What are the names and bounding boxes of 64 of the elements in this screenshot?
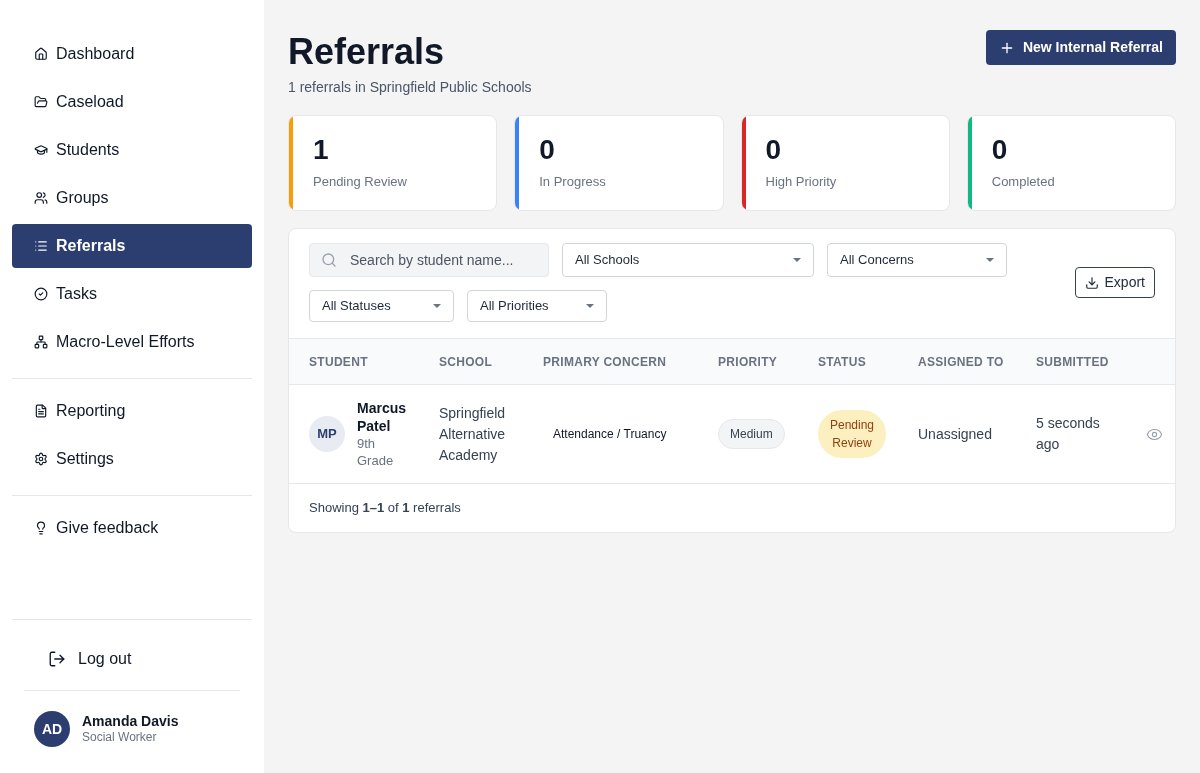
stat-label: High Priority	[765, 173, 837, 191]
nav-item[interactable]: Give feedback	[12, 506, 252, 550]
nav-item[interactable]: Tasks	[12, 272, 252, 316]
stat-label: Pending Review	[313, 173, 407, 191]
filter-dropdown[interactable]: All Concerns	[827, 243, 1007, 277]
column-header: ASSIGNED TO	[918, 353, 1005, 371]
page-title: Referrals	[288, 30, 446, 74]
caret-icon	[986, 258, 994, 262]
people-icon	[34, 191, 48, 205]
download-icon	[1084, 275, 1099, 290]
table-cell-text: Attendance / Truancy	[552, 426, 668, 443]
status-badge: Pending Review	[818, 410, 886, 458]
settings-icon	[34, 452, 48, 466]
nav-item[interactable]: Settings	[12, 437, 252, 481]
table-cell-text: Unassigned	[918, 424, 993, 444]
student-name: Marcus Patel	[357, 399, 408, 435]
priority-badge: Medium	[718, 419, 785, 449]
table-cell-text: 5 seconds ago	[1036, 414, 1101, 454]
nav-item[interactable]: Caseload	[12, 80, 252, 124]
column-header: STUDENT	[309, 353, 369, 371]
user-name: Amanda Davis	[82, 712, 179, 731]
page-subtitle: 1 referrals in Springfield Public Schools	[288, 78, 532, 97]
nav-item[interactable]: Groups	[12, 176, 252, 220]
filter-dropdown[interactable]: All Priorities	[467, 290, 607, 322]
caret-icon	[433, 304, 441, 308]
list-icon	[34, 239, 48, 253]
caret-icon	[586, 304, 594, 308]
pagination-summary: Showing 1–1 of 1 referrals	[309, 499, 461, 518]
user-role: Social Worker	[82, 730, 158, 746]
logout-button[interactable]: Log out	[12, 640, 132, 678]
hierarchy-icon	[34, 335, 48, 349]
filter-dropdown[interactable]: All Statuses	[309, 290, 454, 322]
search-field[interactable]: Search by student name...	[309, 243, 549, 277]
column-header: SUBMITTED	[1036, 353, 1110, 371]
student-avatar: MP	[309, 416, 345, 452]
stat-value: 1	[313, 133, 330, 167]
nav-item[interactable]: Referrals	[12, 224, 252, 268]
student-grade: 9th Grade	[357, 435, 395, 469]
stat-label: Completed	[991, 173, 1055, 191]
stat-label: In Progress	[539, 173, 606, 191]
column-header: PRIMARY CONCERN	[543, 353, 668, 371]
graduation-cap-icon	[34, 143, 48, 157]
stat-value: 0	[765, 133, 783, 167]
column-header: STATUS	[818, 353, 868, 371]
column-header: SCHOOL	[439, 353, 494, 371]
caret-icon	[793, 258, 801, 262]
new-referral-button[interactable]: New Internal Referral	[985, 30, 1176, 65]
table-cell-text: Springfield Alternative Academy	[439, 403, 507, 465]
nav-item[interactable]: Reporting	[12, 389, 252, 433]
home-icon	[34, 47, 48, 61]
export-button[interactable]: Export	[1074, 267, 1155, 298]
logout-icon	[48, 650, 66, 668]
lightbulb-icon	[34, 521, 48, 535]
stat-value: 0	[991, 133, 1009, 167]
nav-item[interactable]: Macro-Level Efforts	[12, 320, 252, 364]
folder-icon	[34, 95, 48, 109]
column-header: PRIORITY	[718, 353, 779, 371]
stat-value: 0	[539, 133, 556, 167]
document-icon	[34, 404, 48, 418]
filter-dropdown[interactable]: All Schools	[562, 243, 814, 277]
nav-item[interactable]: Dashboard	[12, 32, 252, 76]
user-avatar: AD	[34, 711, 70, 747]
nav-item[interactable]: Students	[12, 128, 252, 172]
check-circle-icon	[34, 287, 48, 301]
